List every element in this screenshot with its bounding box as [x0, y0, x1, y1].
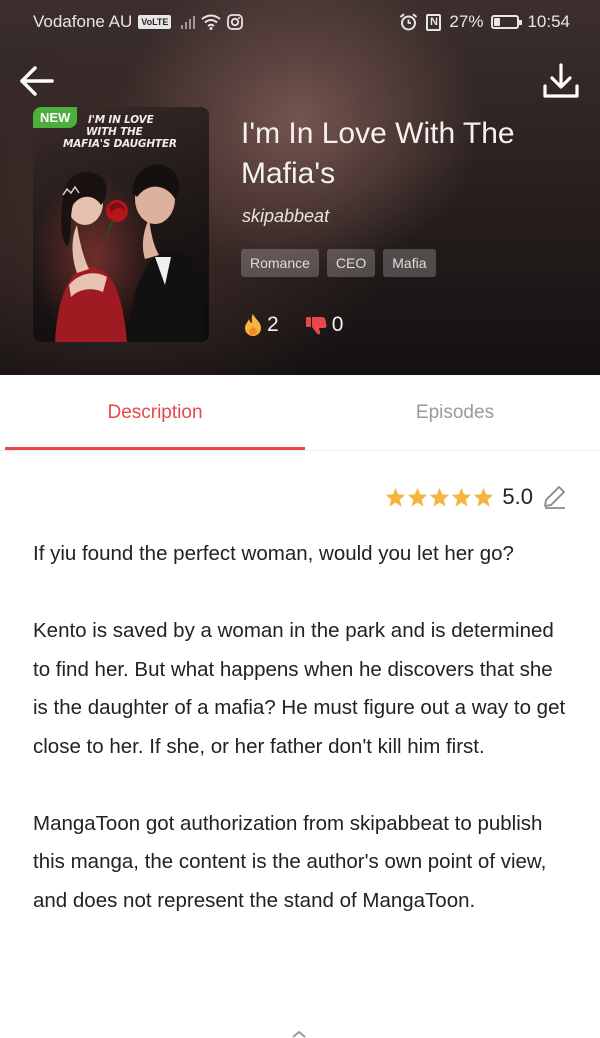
status-right: N 27% 10:54 — [399, 12, 570, 32]
rating-value: 5.0 — [502, 484, 533, 509]
dislike-stat[interactable]: 0 — [305, 313, 344, 337]
book-header: Vodafone AU VoLTE N 27% 10:54 NEW I'M IN… — [0, 0, 600, 375]
download-icon[interactable] — [540, 62, 582, 104]
battery-percent: 27% — [449, 12, 484, 31]
book-stats: 2 0 — [244, 313, 369, 337]
star-icon — [430, 487, 450, 507]
edit-pencil-icon[interactable] — [541, 484, 567, 510]
book-title: I'm In Love With The Mafia's — [241, 117, 515, 190]
wifi-icon — [201, 14, 222, 30]
book-cover[interactable]: NEW I'M IN LOVE WITH THE MAFIA'S DAUGHTE… — [33, 107, 209, 342]
tag-romance[interactable]: Romance — [241, 249, 319, 277]
book-author[interactable]: skipabbeat — [242, 206, 329, 227]
battery-icon — [491, 15, 523, 29]
like-count: 2 — [267, 313, 279, 336]
like-stat[interactable]: 2 — [244, 313, 279, 337]
clock: 10:54 — [527, 12, 570, 31]
instagram-icon — [227, 14, 244, 30]
status-left: Vodafone AU VoLTE — [33, 12, 244, 32]
carrier-name: Vodafone AU — [33, 12, 133, 31]
star-icon — [408, 487, 428, 507]
cover-title: I'M IN LOVE WITH THE MAFIA'S DAUGHTER — [63, 114, 203, 150]
battery-level — [494, 18, 501, 26]
alarm-icon — [400, 13, 418, 31]
tag-mafia[interactable]: Mafia — [383, 249, 436, 277]
star-rating — [385, 487, 494, 507]
cover-title-line: WITH THE — [86, 126, 143, 138]
description-paragraph: MangaToon got authorization from skipabb… — [33, 811, 547, 912]
tab-bar: Description Episodes — [0, 375, 600, 451]
description-text: If yiu found the perfect woman, would yo… — [33, 535, 573, 959]
status-bar: Vodafone AU VoLTE N 27% 10:54 — [0, 0, 600, 44]
star-icon — [452, 487, 472, 507]
rating: 5.0 — [385, 484, 567, 510]
description-paragraph: If yiu found the perfect woman, would yo… — [33, 542, 514, 565]
chevron-up-icon[interactable] — [291, 1030, 307, 1038]
tab-description[interactable]: Description — [5, 375, 305, 451]
arrow-left-icon[interactable] — [16, 60, 58, 102]
flame-icon — [245, 314, 261, 336]
cover-title-line: MAFIA'S DAUGHTER — [63, 138, 177, 150]
star-icon — [474, 487, 494, 507]
volte-badge: VoLTE — [138, 15, 172, 29]
cover-title-line: I'M IN LOVE — [88, 114, 154, 126]
signal-icon — [181, 15, 196, 29]
active-tab-indicator — [5, 447, 305, 450]
description-paragraph: Kento is saved by a woman in the park an… — [33, 619, 566, 758]
tab-episodes[interactable]: Episodes — [305, 375, 600, 451]
dislike-count: 0 — [331, 313, 344, 336]
tag-ceo[interactable]: CEO — [326, 249, 376, 277]
nfc-icon: N — [426, 13, 442, 31]
thumbs-down-icon — [305, 317, 327, 335]
star-icon — [386, 487, 406, 507]
tag-list: Romance CEO Mafia — [241, 249, 436, 277]
